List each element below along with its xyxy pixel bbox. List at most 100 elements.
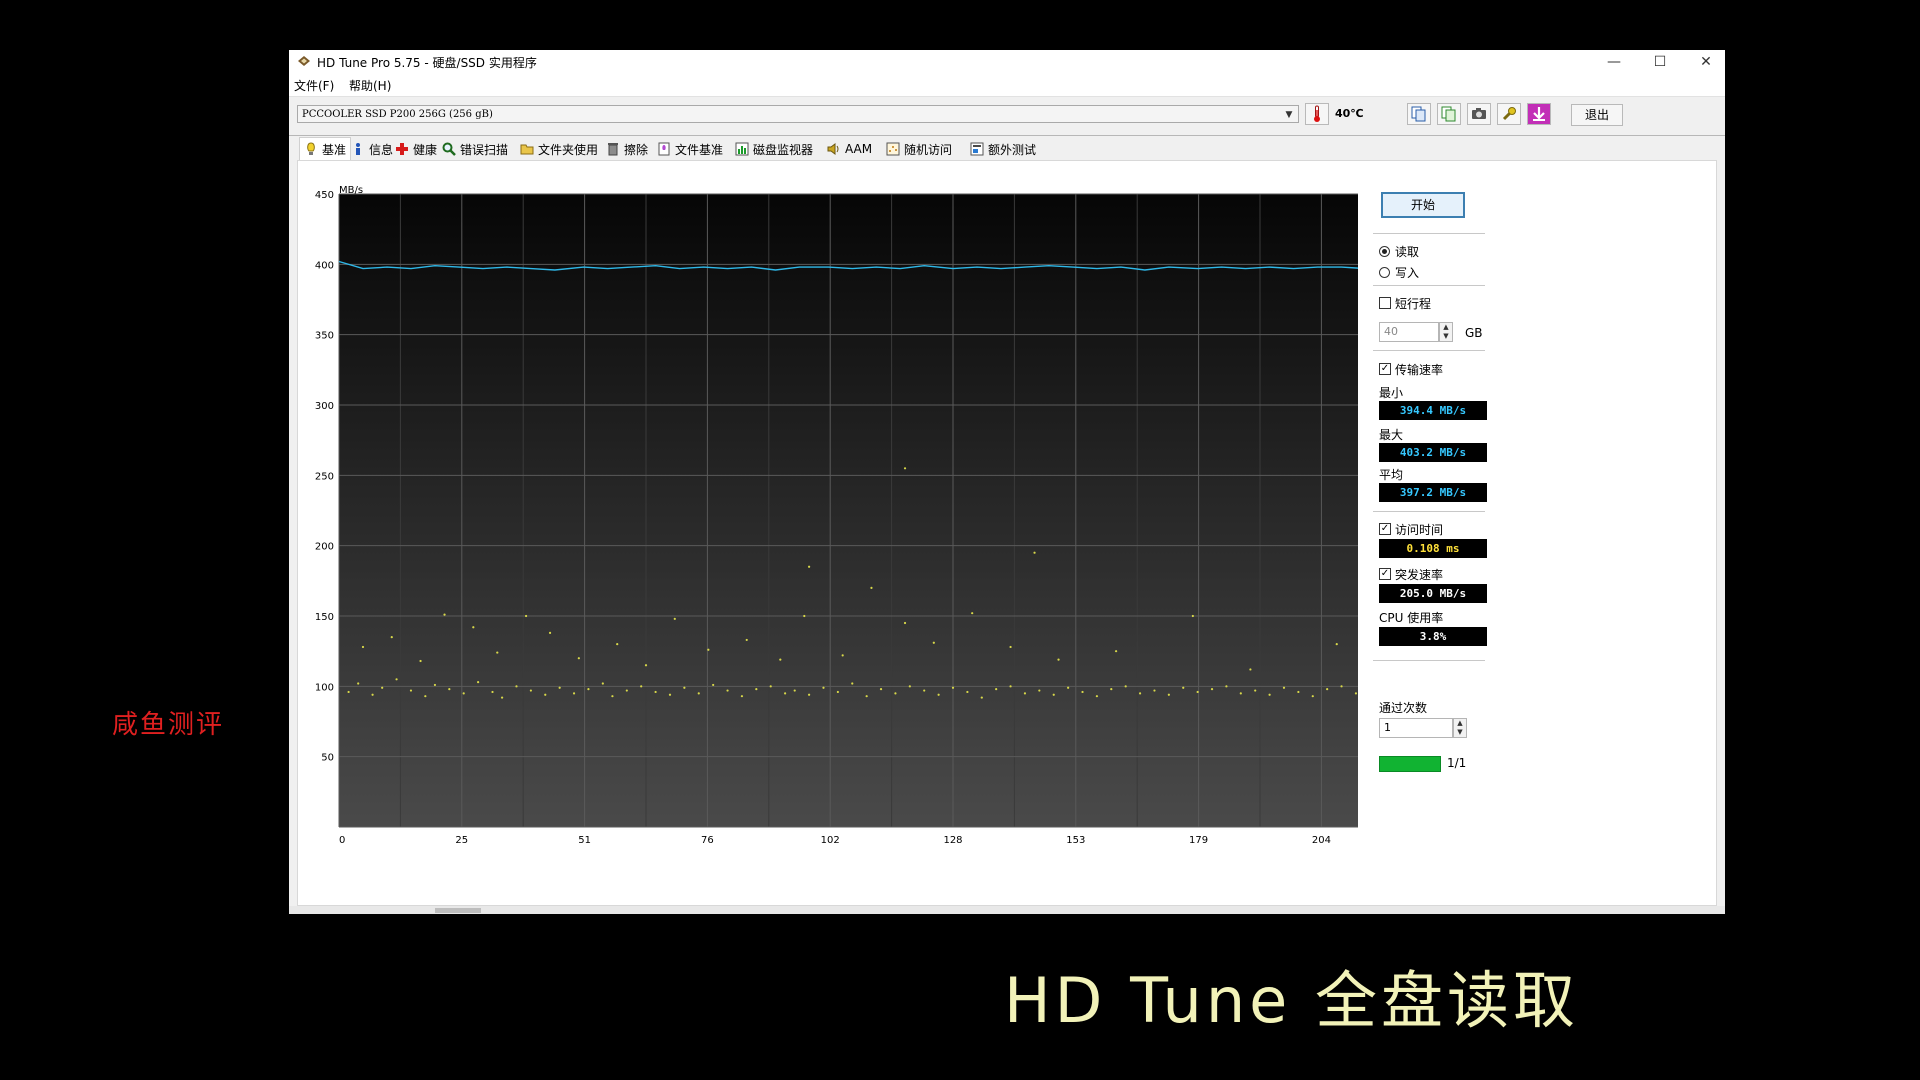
access-time-point bbox=[1225, 685, 1228, 688]
options-icon bbox=[1502, 107, 1516, 121]
temperature-value: 40℃ bbox=[1335, 107, 1364, 120]
tab-extra-tests[interactable]: 额外测试 bbox=[970, 139, 1036, 159]
tab-label: 磁盘监视器 bbox=[753, 142, 814, 157]
tab-folder-usage[interactable]: 文件夹使用 bbox=[520, 139, 598, 159]
access-time-point bbox=[668, 693, 672, 696]
menu-file[interactable]: 文件(F) bbox=[294, 77, 334, 94]
progress-bar bbox=[1379, 756, 1441, 772]
x-tick-label: 51 bbox=[578, 835, 591, 846]
x-tick-label: 76 bbox=[701, 835, 714, 846]
disk-monitor-icon bbox=[735, 142, 749, 156]
y-tick-label-left: 400 bbox=[315, 260, 334, 271]
access-time-point bbox=[1110, 688, 1113, 691]
access-time-point bbox=[745, 638, 748, 642]
tab-info[interactable]: 信息 bbox=[351, 139, 393, 159]
access-time-point bbox=[611, 695, 614, 698]
access-time-point bbox=[544, 693, 547, 696]
access-time-point bbox=[784, 692, 787, 695]
access-time-point bbox=[616, 643, 619, 646]
tab-random-access[interactable]: 随机访问 bbox=[886, 139, 952, 159]
access-time-point bbox=[572, 692, 576, 695]
access-time-point bbox=[1138, 692, 1142, 695]
access-time-point bbox=[894, 692, 897, 695]
access-time-point bbox=[654, 690, 657, 694]
passes-stepper[interactable]: ▲ ▼ bbox=[1453, 718, 1467, 738]
tab-label: 随机访问 bbox=[904, 142, 953, 157]
access-time-point bbox=[601, 682, 604, 685]
menu-help[interactable]: 帮助(H) bbox=[349, 77, 391, 94]
minimize-button[interactable]: — bbox=[1591, 50, 1637, 74]
access-time-point bbox=[769, 685, 772, 688]
access-time-point bbox=[697, 692, 700, 695]
access-time-value: 0.108 ms bbox=[1379, 539, 1487, 558]
access-time-point bbox=[980, 696, 983, 699]
tab-file-benchmark[interactable]: 文件基准 bbox=[657, 139, 723, 159]
access-time-point bbox=[903, 621, 907, 625]
max-label: 最大 bbox=[1379, 428, 1404, 442]
start-button[interactable]: 开始 bbox=[1381, 192, 1465, 218]
access-time-point bbox=[995, 688, 998, 691]
access-time-point bbox=[1081, 690, 1084, 694]
x-tick-label: 153 bbox=[1066, 835, 1085, 846]
save-button[interactable] bbox=[1527, 103, 1551, 125]
copy-info-icon bbox=[1411, 106, 1426, 122]
copy-info-button[interactable] bbox=[1407, 103, 1431, 125]
burst-rate-value: 205.0 MB/s bbox=[1379, 584, 1487, 603]
short-stroke-stepper[interactable]: ▲ ▼ bbox=[1439, 322, 1453, 342]
tab-aam[interactable]: AAM bbox=[827, 139, 872, 159]
copy-all-button[interactable] bbox=[1437, 103, 1461, 125]
access-time-label: 访问时间 bbox=[1395, 523, 1444, 537]
access-time-point bbox=[1095, 695, 1099, 698]
y-tick-label-left: 100 bbox=[315, 682, 334, 693]
max-value: 403.2 MB/s bbox=[1379, 443, 1487, 462]
access-time-point bbox=[966, 690, 969, 694]
screenshot-button[interactable] bbox=[1467, 103, 1491, 125]
short-stroke-checkbox[interactable] bbox=[1379, 297, 1391, 309]
error-scan-icon bbox=[442, 142, 456, 156]
access-time-point bbox=[357, 682, 360, 685]
tab-label: AAM bbox=[845, 142, 873, 156]
access-time-point bbox=[1057, 658, 1060, 661]
chevron-down-icon: ▼ bbox=[1285, 110, 1293, 120]
access-time-point bbox=[371, 693, 374, 696]
x-tick-label: 179 bbox=[1189, 835, 1208, 846]
access-time-point bbox=[1268, 693, 1271, 696]
access-time-point bbox=[529, 689, 532, 692]
burst-rate-checkbox[interactable]: ✓ bbox=[1379, 568, 1391, 580]
maximize-button[interactable]: ☐ bbox=[1637, 50, 1683, 74]
access-time-checkbox[interactable]: ✓ bbox=[1379, 523, 1391, 535]
tab-disk-monitor[interactable]: 磁盘监视器 bbox=[735, 139, 813, 159]
access-time-point bbox=[932, 641, 935, 644]
horizontal-scrollbar[interactable] bbox=[289, 906, 1725, 914]
access-time-point bbox=[779, 658, 782, 661]
transfer-rate-checkbox[interactable]: ✓ bbox=[1379, 363, 1391, 375]
access-time-point bbox=[390, 636, 393, 639]
y-tick-label-left: 350 bbox=[315, 331, 334, 342]
speaker-icon bbox=[827, 143, 839, 155]
read-radio[interactable] bbox=[1379, 246, 1390, 257]
close-button[interactable]: ✕ bbox=[1683, 50, 1725, 74]
scrollbar-thumb[interactable] bbox=[435, 908, 481, 913]
extra-tests-icon bbox=[970, 142, 984, 156]
tab-benchmark[interactable]: 基准 bbox=[299, 137, 352, 160]
passes-input[interactable]: 1 bbox=[1379, 718, 1453, 738]
tab-health[interactable]: 健康 bbox=[395, 139, 437, 159]
min-label: 最小 bbox=[1379, 386, 1404, 400]
temperature-button[interactable] bbox=[1305, 103, 1329, 125]
access-time-point bbox=[673, 617, 676, 620]
tab-label: 健康 bbox=[413, 142, 438, 157]
x-tick-label: 0 bbox=[339, 835, 345, 846]
options-button[interactable] bbox=[1497, 103, 1521, 125]
drive-select[interactable]: PCCOOLER SSD P200 256G (256 gB) ▼ bbox=[297, 105, 1299, 123]
access-time-point bbox=[1009, 685, 1012, 688]
tab-label: 基准 bbox=[322, 142, 347, 157]
short-stroke-input[interactable]: 40 bbox=[1379, 322, 1439, 342]
access-time-point bbox=[836, 690, 839, 694]
tab-error-scan[interactable]: 错误扫描 bbox=[442, 139, 508, 159]
write-radio[interactable] bbox=[1379, 267, 1390, 278]
access-time-point bbox=[433, 683, 437, 687]
tab-erase[interactable]: 擦除 bbox=[606, 139, 648, 159]
y-axis-left-unit: MB/s bbox=[339, 185, 363, 196]
exit-button[interactable]: 退出 bbox=[1571, 104, 1623, 126]
access-time-point bbox=[548, 631, 552, 634]
